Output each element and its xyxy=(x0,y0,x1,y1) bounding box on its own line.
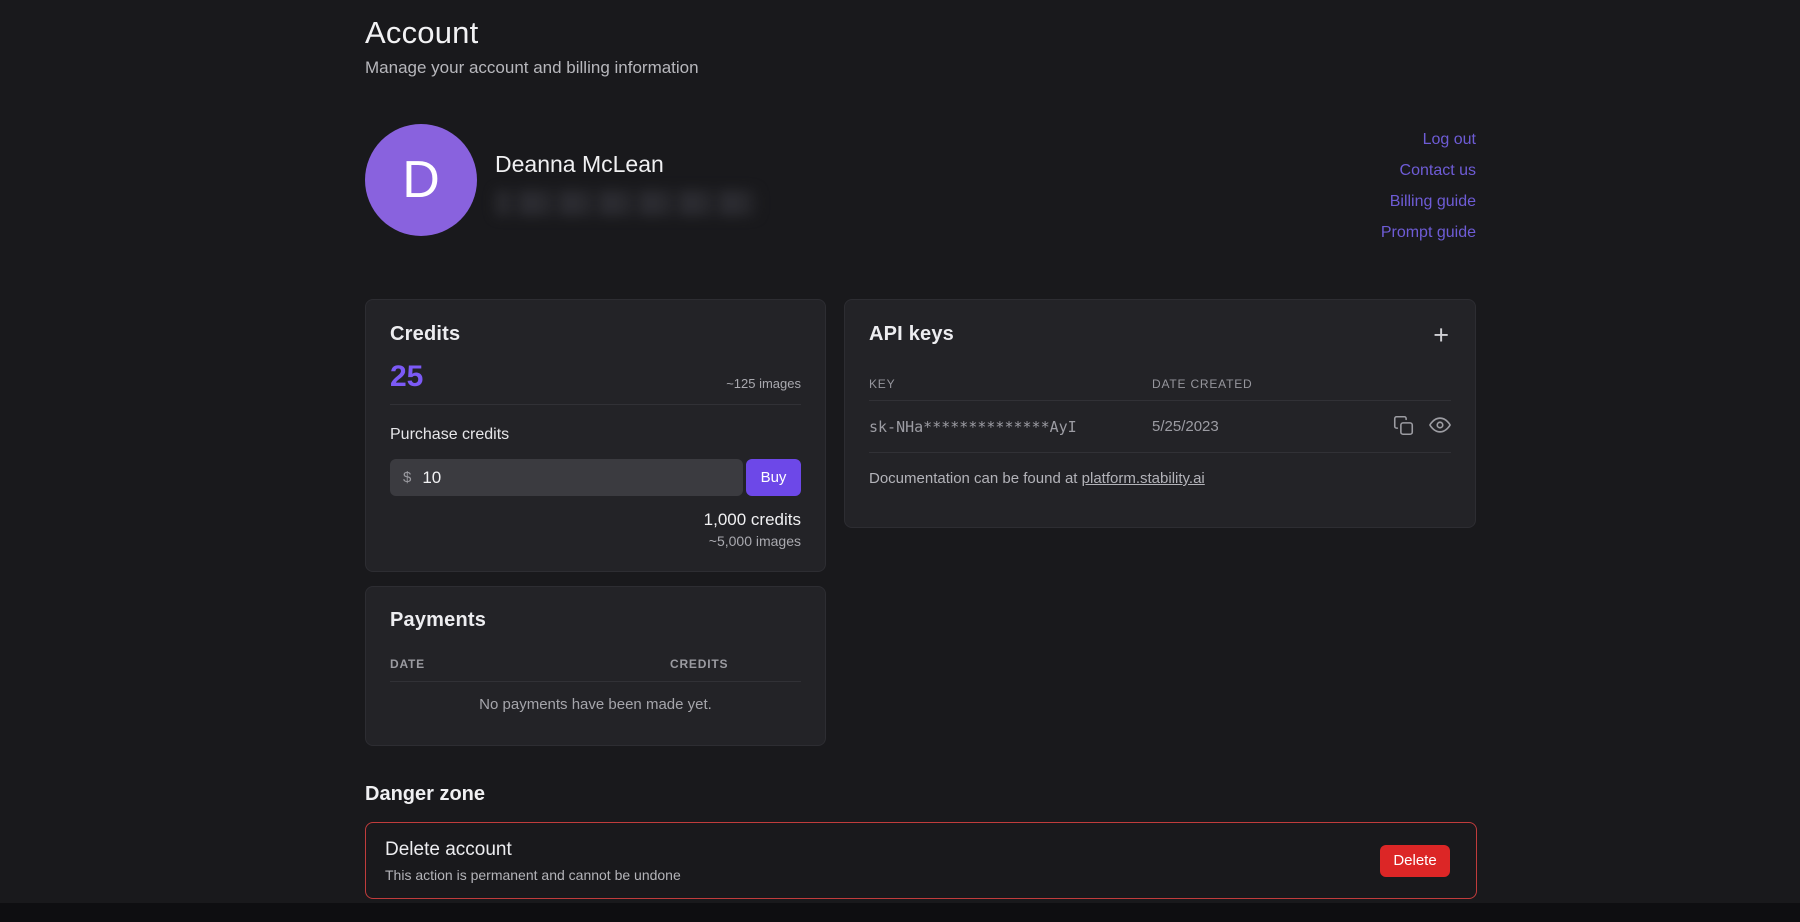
credits-card: Credits 25 ~125 images Purchase credits … xyxy=(365,299,826,572)
user-name: Deanna McLean xyxy=(495,151,757,178)
purchase-result-credits: 1,000 credits xyxy=(390,510,801,530)
avatar-letter: D xyxy=(402,150,440,210)
api-key-row: sk-NHa**************AyI 5/25/2023 xyxy=(869,401,1451,452)
delete-account-title: Delete account xyxy=(385,839,681,861)
buy-button[interactable]: Buy xyxy=(746,459,801,496)
page-title: Account xyxy=(365,15,1476,51)
plus-icon: + xyxy=(1433,320,1449,350)
email-redacted xyxy=(495,190,757,216)
documentation-note: Documentation can be found at platform.s… xyxy=(869,470,1451,487)
eye-icon xyxy=(1429,414,1451,439)
delete-account-button[interactable]: Delete xyxy=(1380,845,1450,877)
copy-api-key-button[interactable] xyxy=(1393,415,1414,439)
divider xyxy=(390,404,801,405)
payments-table-header: DATE CREDITS xyxy=(390,657,801,671)
column-header-date-created: DATE CREATED xyxy=(1152,377,1451,391)
profile-section: D Deanna McLean Log out Contact us Billi… xyxy=(365,124,1476,256)
link-billing-guide[interactable]: Billing guide xyxy=(1390,194,1476,210)
credits-images-estimate: ~125 images xyxy=(726,376,801,393)
credits-balance: 25 xyxy=(390,361,423,393)
purchase-amount-field[interactable]: $ xyxy=(390,459,743,496)
api-keys-table-header: KEY DATE CREATED xyxy=(869,377,1451,391)
payments-card: Payments DATE CREDITS No payments have b… xyxy=(365,586,826,746)
danger-zone-title: Danger zone xyxy=(365,783,1476,806)
column-header-credits: CREDITS xyxy=(670,657,801,671)
dollar-prefix: $ xyxy=(403,469,411,486)
copy-icon xyxy=(1393,415,1414,439)
account-links: Log out Contact us Billing guide Prompt … xyxy=(1381,124,1476,256)
api-keys-title: API keys xyxy=(869,323,954,346)
documentation-text: Documentation can be found at xyxy=(869,470,1082,487)
danger-zone-box: Delete account This action is permanent … xyxy=(365,822,1477,899)
payments-title: Payments xyxy=(390,609,801,632)
add-api-key-button[interactable]: + xyxy=(1431,324,1451,346)
api-key-date-created: 5/25/2023 xyxy=(1152,418,1393,435)
page-subtitle: Manage your account and billing informat… xyxy=(365,58,1476,78)
divider xyxy=(390,681,801,682)
page-header: Account Manage your account and billing … xyxy=(365,0,1476,78)
link-prompt-guide[interactable]: Prompt guide xyxy=(1381,225,1476,241)
purchase-result-images: ~5,000 images xyxy=(390,533,801,549)
divider xyxy=(869,452,1451,453)
column-header-date: DATE xyxy=(390,657,670,671)
credits-title: Credits xyxy=(390,323,801,346)
api-key-value: sk-NHa**************AyI xyxy=(869,418,1152,436)
api-keys-card: API keys + KEY DATE CREATED sk-NHa******… xyxy=(844,299,1476,528)
reveal-api-key-button[interactable] xyxy=(1429,414,1451,439)
avatar: D xyxy=(365,124,477,236)
account-page: Account Manage your account and billing … xyxy=(0,0,1800,922)
documentation-link[interactable]: platform.stability.ai xyxy=(1082,470,1205,487)
purchase-credits-label: Purchase credits xyxy=(390,426,801,444)
link-log-out[interactable]: Log out xyxy=(1423,132,1476,148)
column-header-key: KEY xyxy=(869,377,1152,391)
payments-empty-message: No payments have been made yet. xyxy=(390,696,801,713)
link-contact-us[interactable]: Contact us xyxy=(1400,163,1476,179)
delete-account-description: This action is permanent and cannot be u… xyxy=(385,867,681,883)
purchase-amount-input[interactable] xyxy=(422,468,730,488)
